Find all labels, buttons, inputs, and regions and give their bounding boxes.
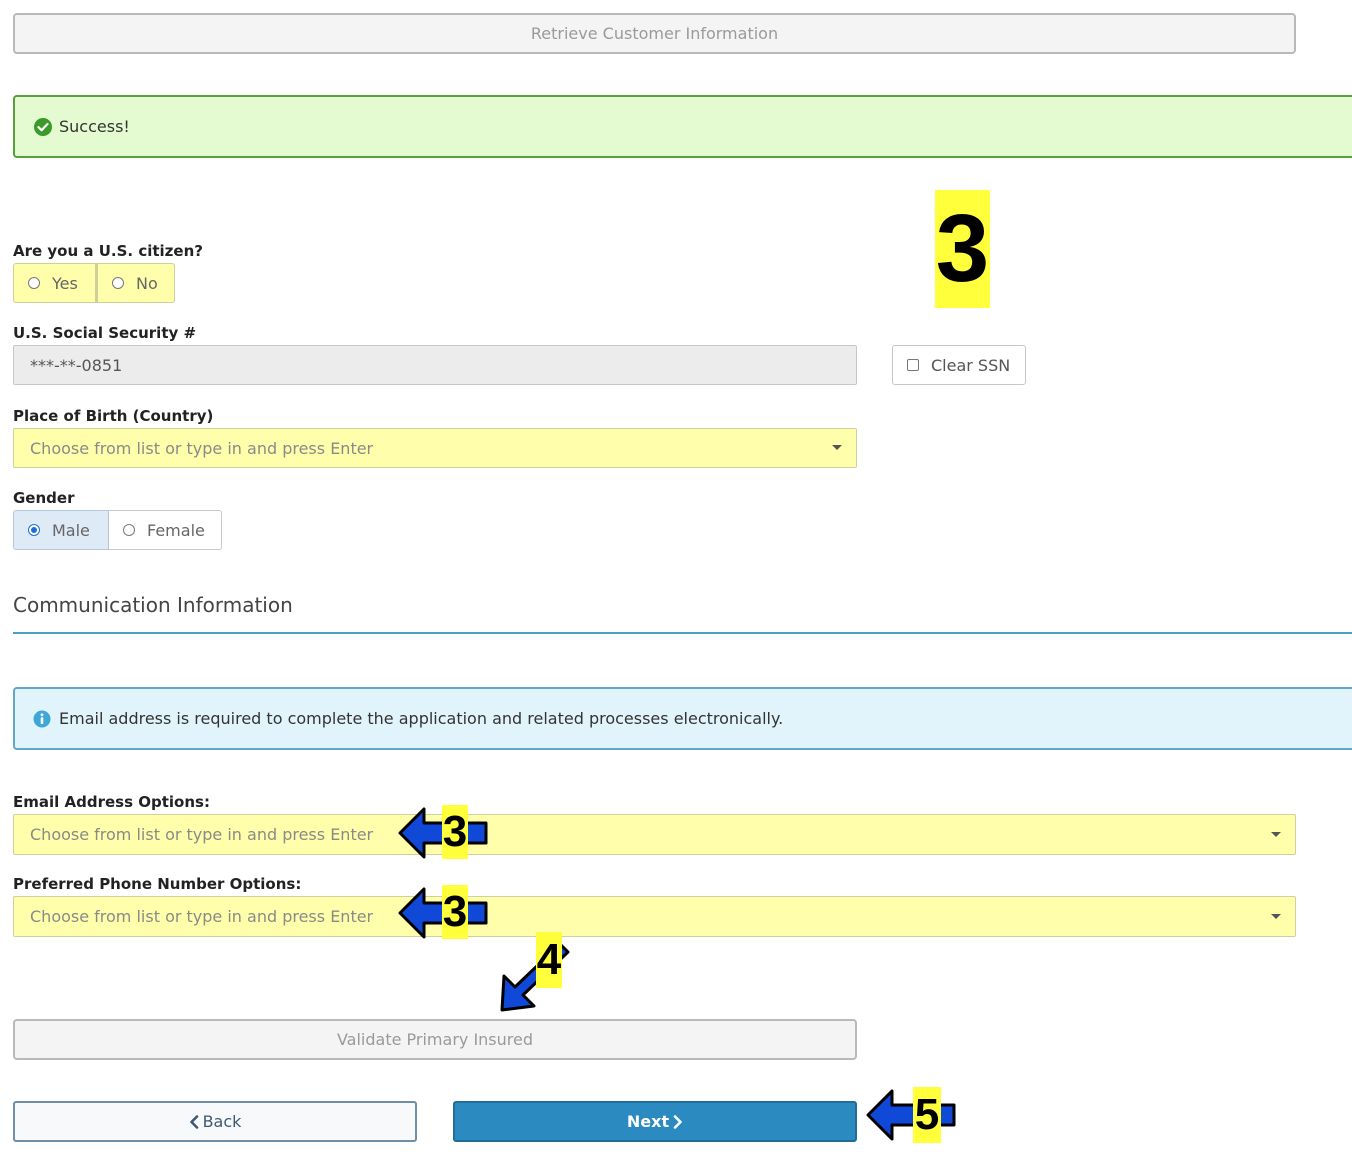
retrieve-customer-label: Retrieve Customer Information <box>530 24 779 43</box>
validate-primary-insured-button[interactable]: Validate Primary Insured <box>13 1019 857 1060</box>
communication-section-title: Communication Information <box>13 593 293 617</box>
next-button[interactable]: Next <box>453 1101 857 1142</box>
left-arrow-icon <box>866 1089 956 1141</box>
birth-country-select[interactable]: Choose from list or type in and press En… <box>13 428 857 468</box>
checkbox-icon <box>907 359 919 371</box>
check-circle-icon <box>34 117 52 136</box>
gender-female-option[interactable]: Female <box>109 510 222 550</box>
phone-step-3-annotation: 3 <box>442 885 468 939</box>
gender-male-label: Male <box>52 520 90 540</box>
back-label: Back <box>202 1112 242 1131</box>
validate-step-4-annotation: 4 <box>536 932 562 988</box>
success-text: Success! <box>59 117 130 136</box>
chevron-down-icon <box>832 445 842 450</box>
step-3-annotation: 3 <box>935 190 990 308</box>
ssn-label: U.S. Social Security # <box>13 324 197 342</box>
phone-options-select[interactable]: Choose from list or type in and press En… <box>13 896 1296 937</box>
radio-circle-icon <box>28 277 40 289</box>
gender-male-option[interactable]: Male <box>13 510 109 550</box>
info-circle-icon <box>33 710 51 727</box>
citizen-yes-label: Yes <box>52 273 78 293</box>
ssn-input[interactable]: ***-**-0851 <box>13 345 857 385</box>
next-step-5-text: 5 <box>914 1090 940 1139</box>
phone-options-label: Preferred Phone Number Options: <box>13 875 302 893</box>
next-step-5-annotation: 5 <box>913 1087 941 1143</box>
email-info-text: Email address is required to complete th… <box>59 709 784 728</box>
validate-step-4-text: 4 <box>536 935 562 984</box>
gender-radio-group: Male Female <box>13 510 222 550</box>
section-divider <box>13 632 1352 634</box>
birth-country-placeholder: Choose from list or type in and press En… <box>30 438 374 458</box>
birth-country-label: Place of Birth (Country) <box>13 407 214 425</box>
step-3-annotation-text: 3 <box>935 195 990 302</box>
gender-female-label: Female <box>147 520 205 540</box>
citizen-yes-option[interactable]: Yes <box>13 263 96 303</box>
gender-label: Gender <box>13 489 75 507</box>
next-label: Next <box>626 1112 670 1131</box>
radio-selected-icon <box>28 524 40 536</box>
chevron-right-icon <box>673 1114 682 1129</box>
citizen-radio-group: Yes No <box>13 263 175 303</box>
citizen-no-option[interactable]: No <box>96 263 175 303</box>
email-options-label: Email Address Options: <box>13 793 210 811</box>
chevron-down-icon <box>1271 831 1281 837</box>
back-button[interactable]: Back <box>13 1101 417 1142</box>
chevron-down-icon <box>1271 913 1281 919</box>
citizen-label: Are you a U.S. citizen? <box>13 242 203 260</box>
radio-circle-icon <box>123 524 135 536</box>
email-options-placeholder: Choose from list or type in and press En… <box>30 825 374 844</box>
email-info-alert: Email address is required to complete th… <box>13 687 1352 750</box>
phone-options-placeholder: Choose from list or type in and press En… <box>30 907 374 926</box>
email-step-3-text: 3 <box>442 807 468 856</box>
success-alert: Success! <box>13 95 1352 158</box>
phone-step-3-text: 3 <box>442 887 468 936</box>
ssn-value: ***-**-0851 <box>30 355 123 375</box>
clear-ssn-label: Clear SSN <box>931 355 1011 375</box>
clear-ssn-checkbox[interactable]: Clear SSN <box>892 345 1026 385</box>
radio-circle-icon <box>112 277 124 289</box>
chevron-left-icon <box>189 1114 198 1129</box>
retrieve-customer-button[interactable]: Retrieve Customer Information <box>13 13 1296 54</box>
email-step-3-annotation: 3 <box>442 805 468 859</box>
email-options-select[interactable]: Choose from list or type in and press En… <box>13 814 1296 855</box>
validate-label: Validate Primary Insured <box>336 1030 534 1049</box>
citizen-no-label: No <box>136 273 158 293</box>
